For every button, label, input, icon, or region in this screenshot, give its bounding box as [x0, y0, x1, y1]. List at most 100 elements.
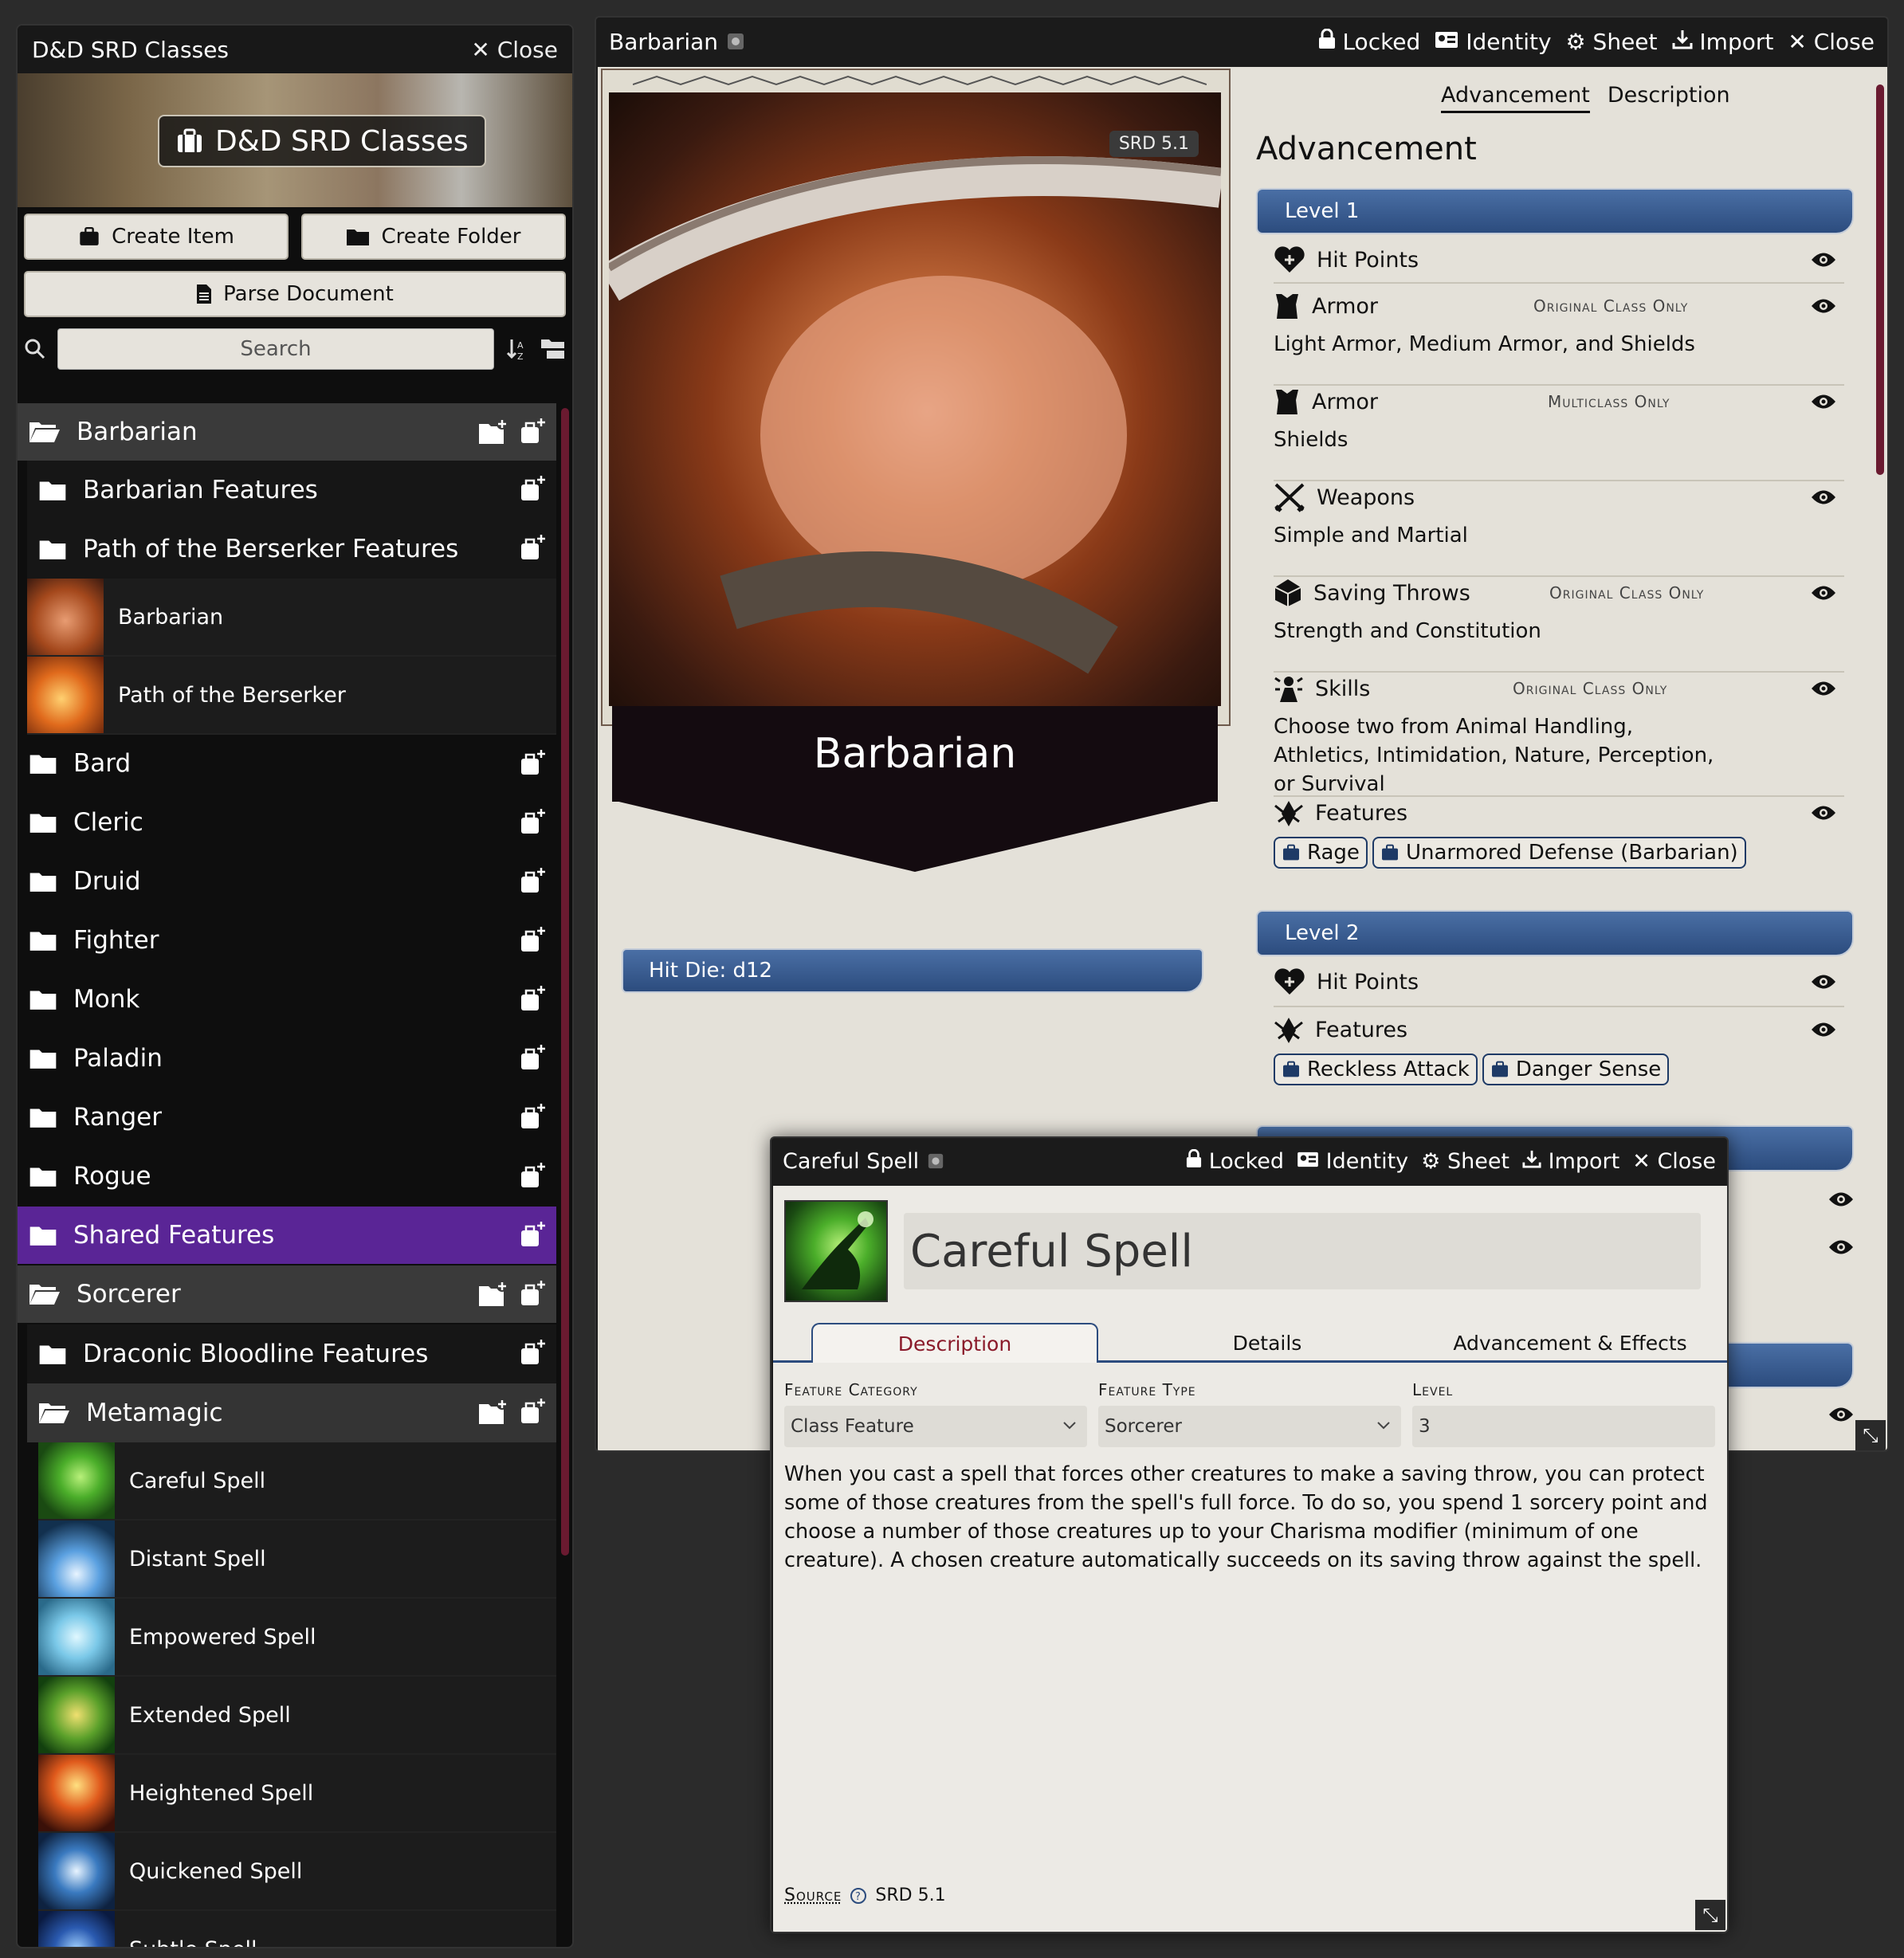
advancement-row[interactable]: Features Rage Unarmored Defense (Barbaria… — [1274, 797, 1844, 885]
add-item-icon[interactable] — [520, 1221, 547, 1248]
advancement-row[interactable]: Armor Multiclass Only Shields — [1274, 386, 1844, 481]
careful-spell-image[interactable] — [784, 1200, 888, 1302]
add-folder-icon[interactable] — [478, 418, 508, 445]
folder-ranger[interactable]: Ranger — [18, 1089, 556, 1146]
folder-draconic-features[interactable]: Draconic Bloodline Features — [27, 1324, 556, 1383]
add-item-icon[interactable] — [520, 534, 547, 561]
spell-close-button[interactable]: ✕ Close — [1632, 1149, 1716, 1174]
barbarian-portrait-image[interactable]: SRD 5.1 — [609, 92, 1221, 706]
advancement-row[interactable]: Skills Original Class Only Choose two fr… — [1274, 673, 1844, 797]
sort-icon[interactable]: AZ — [505, 337, 529, 361]
advancement-row[interactable]: Hit Points — [1274, 966, 1844, 1007]
folder-berserker-features[interactable]: Path of the Berserker Features — [27, 520, 556, 579]
list-item[interactable]: Careful Spell — [38, 1442, 556, 1520]
sheet-scrollbar[interactable] — [1876, 84, 1884, 475]
identity-button[interactable]: Identity — [1435, 29, 1552, 55]
level-input[interactable]: 3 — [1412, 1406, 1715, 1447]
resize-handle[interactable]: ⤡ — [1695, 1900, 1725, 1930]
folder-barbarian-features[interactable]: Barbarian Features — [27, 461, 556, 520]
eye-icon[interactable] — [1811, 1021, 1836, 1038]
import-button[interactable]: Import — [1522, 1149, 1619, 1174]
folder-barbarian[interactable]: Barbarian — [18, 403, 556, 461]
add-item-icon[interactable] — [520, 985, 547, 1012]
eye-icon[interactable] — [1811, 584, 1836, 602]
feature-category-select[interactable]: Class Feature — [784, 1406, 1087, 1447]
sheet-config-button[interactable]: ⚙ Sheet — [1421, 1149, 1509, 1174]
list-item[interactable]: Quickened Spell — [38, 1833, 556, 1911]
search-input[interactable]: Search — [57, 328, 494, 370]
advancement-row[interactable]: Saving Throws Original Class Only Streng… — [1274, 577, 1844, 673]
feature-pill-rage[interactable]: Rage — [1274, 837, 1368, 869]
add-item-icon[interactable] — [520, 1398, 547, 1425]
uuid-icon[interactable] — [726, 32, 745, 51]
tab-description[interactable]: Description — [811, 1323, 1098, 1363]
resize-handle[interactable]: ⤡ — [1855, 1420, 1886, 1450]
list-item[interactable]: Heightened Spell — [38, 1755, 556, 1833]
list-item[interactable]: Extended Spell — [38, 1677, 556, 1755]
import-button[interactable]: Import — [1672, 29, 1773, 55]
folder-sorcerer[interactable]: Sorcerer — [18, 1265, 556, 1323]
tab-advancement-effects[interactable]: Advancement & Effects — [1435, 1323, 1706, 1363]
feature-pill-reckless-attack[interactable]: Reckless Attack — [1274, 1054, 1478, 1085]
tab-details[interactable]: Details — [1172, 1323, 1363, 1363]
list-item[interactable]: Subtle Spell — [38, 1911, 556, 1947]
eye-icon[interactable] — [1811, 489, 1836, 506]
folder-bard[interactable]: Bard — [18, 735, 556, 792]
add-item-icon[interactable] — [520, 475, 547, 502]
eye-icon[interactable] — [1828, 1191, 1854, 1208]
add-folder-icon[interactable] — [478, 1398, 508, 1425]
add-item-icon[interactable] — [520, 749, 547, 776]
eye-icon[interactable] — [1811, 393, 1836, 410]
advancement-row[interactable]: Weapons Simple and Martial — [1274, 481, 1844, 577]
add-item-icon[interactable] — [520, 1044, 547, 1071]
list-item[interactable]: Empowered Spell — [38, 1599, 556, 1677]
collapse-folders-icon[interactable] — [540, 338, 566, 360]
sheet-header[interactable]: Barbarian Locked Identity ⚙ Sheet Import… — [596, 18, 1887, 65]
folder-shared-features[interactable]: Shared Features — [18, 1207, 556, 1264]
add-item-icon[interactable] — [520, 867, 547, 894]
spell-window-header[interactable]: Careful Spell Locked Identity ⚙ Sheet Im… — [771, 1138, 1727, 1184]
item-name-field[interactable]: Careful Spell — [904, 1213, 1701, 1289]
feature-type-select[interactable]: Sorcerer — [1098, 1406, 1401, 1447]
sidebar-scrollbar[interactable] — [561, 408, 569, 1556]
folder-metamagic[interactable]: Metamagic — [27, 1383, 556, 1442]
list-item[interactable]: Path of the Berserker — [27, 657, 556, 735]
advancement-row[interactable]: Armor Original Class Only Light Armor, M… — [1274, 290, 1844, 386]
lock-toggle[interactable]: Locked — [1318, 28, 1420, 55]
add-item-icon[interactable] — [520, 808, 547, 835]
add-item-icon[interactable] — [520, 926, 547, 953]
create-folder-button[interactable]: Create Folder — [301, 214, 566, 260]
add-item-icon[interactable] — [520, 1103, 547, 1130]
feature-pill-danger-sense[interactable]: Danger Sense — [1482, 1054, 1670, 1085]
source-value[interactable]: SRD 5.1 — [875, 1885, 945, 1905]
add-folder-icon[interactable] — [478, 1280, 508, 1307]
help-icon[interactable]: ? — [850, 1887, 867, 1905]
add-item-icon[interactable] — [520, 1280, 547, 1307]
advancement-row[interactable]: Features Reckless Attack Danger Sense — [1274, 1014, 1844, 1101]
add-item-icon[interactable] — [520, 1162, 547, 1189]
eye-icon[interactable] — [1811, 251, 1836, 269]
eye-icon[interactable] — [1811, 804, 1836, 822]
list-item[interactable]: Distant Spell — [38, 1520, 556, 1599]
lock-toggle[interactable]: Locked — [1186, 1148, 1284, 1174]
identity-button[interactable]: Identity — [1297, 1149, 1408, 1174]
eye-icon[interactable] — [1828, 1406, 1854, 1423]
folder-monk[interactable]: Monk — [18, 971, 556, 1028]
folder-druid[interactable]: Druid — [18, 853, 556, 910]
add-item-icon[interactable] — [520, 1339, 547, 1366]
uuid-icon[interactable] — [927, 1152, 944, 1170]
parse-document-button[interactable]: Parse Document — [24, 271, 566, 317]
tab-description[interactable]: Description — [1608, 83, 1730, 113]
eye-icon[interactable] — [1828, 1238, 1854, 1256]
advancement-row[interactable]: Hit Points — [1274, 244, 1844, 284]
feature-description[interactable]: When you cast a spell that forces other … — [784, 1460, 1709, 1575]
folder-cleric[interactable]: Cleric — [18, 794, 556, 851]
sheet-close-button[interactable]: ✕ Close — [1788, 29, 1875, 55]
sidebar-close-button[interactable]: ✕ Close — [471, 37, 558, 63]
folder-fighter[interactable]: Fighter — [18, 912, 556, 969]
eye-icon[interactable] — [1811, 297, 1836, 315]
folder-rogue[interactable]: Rogue — [18, 1148, 556, 1205]
folder-paladin[interactable]: Paladin — [18, 1030, 556, 1087]
tab-advancement[interactable]: Advancement — [1441, 83, 1590, 113]
eye-icon[interactable] — [1811, 680, 1836, 697]
